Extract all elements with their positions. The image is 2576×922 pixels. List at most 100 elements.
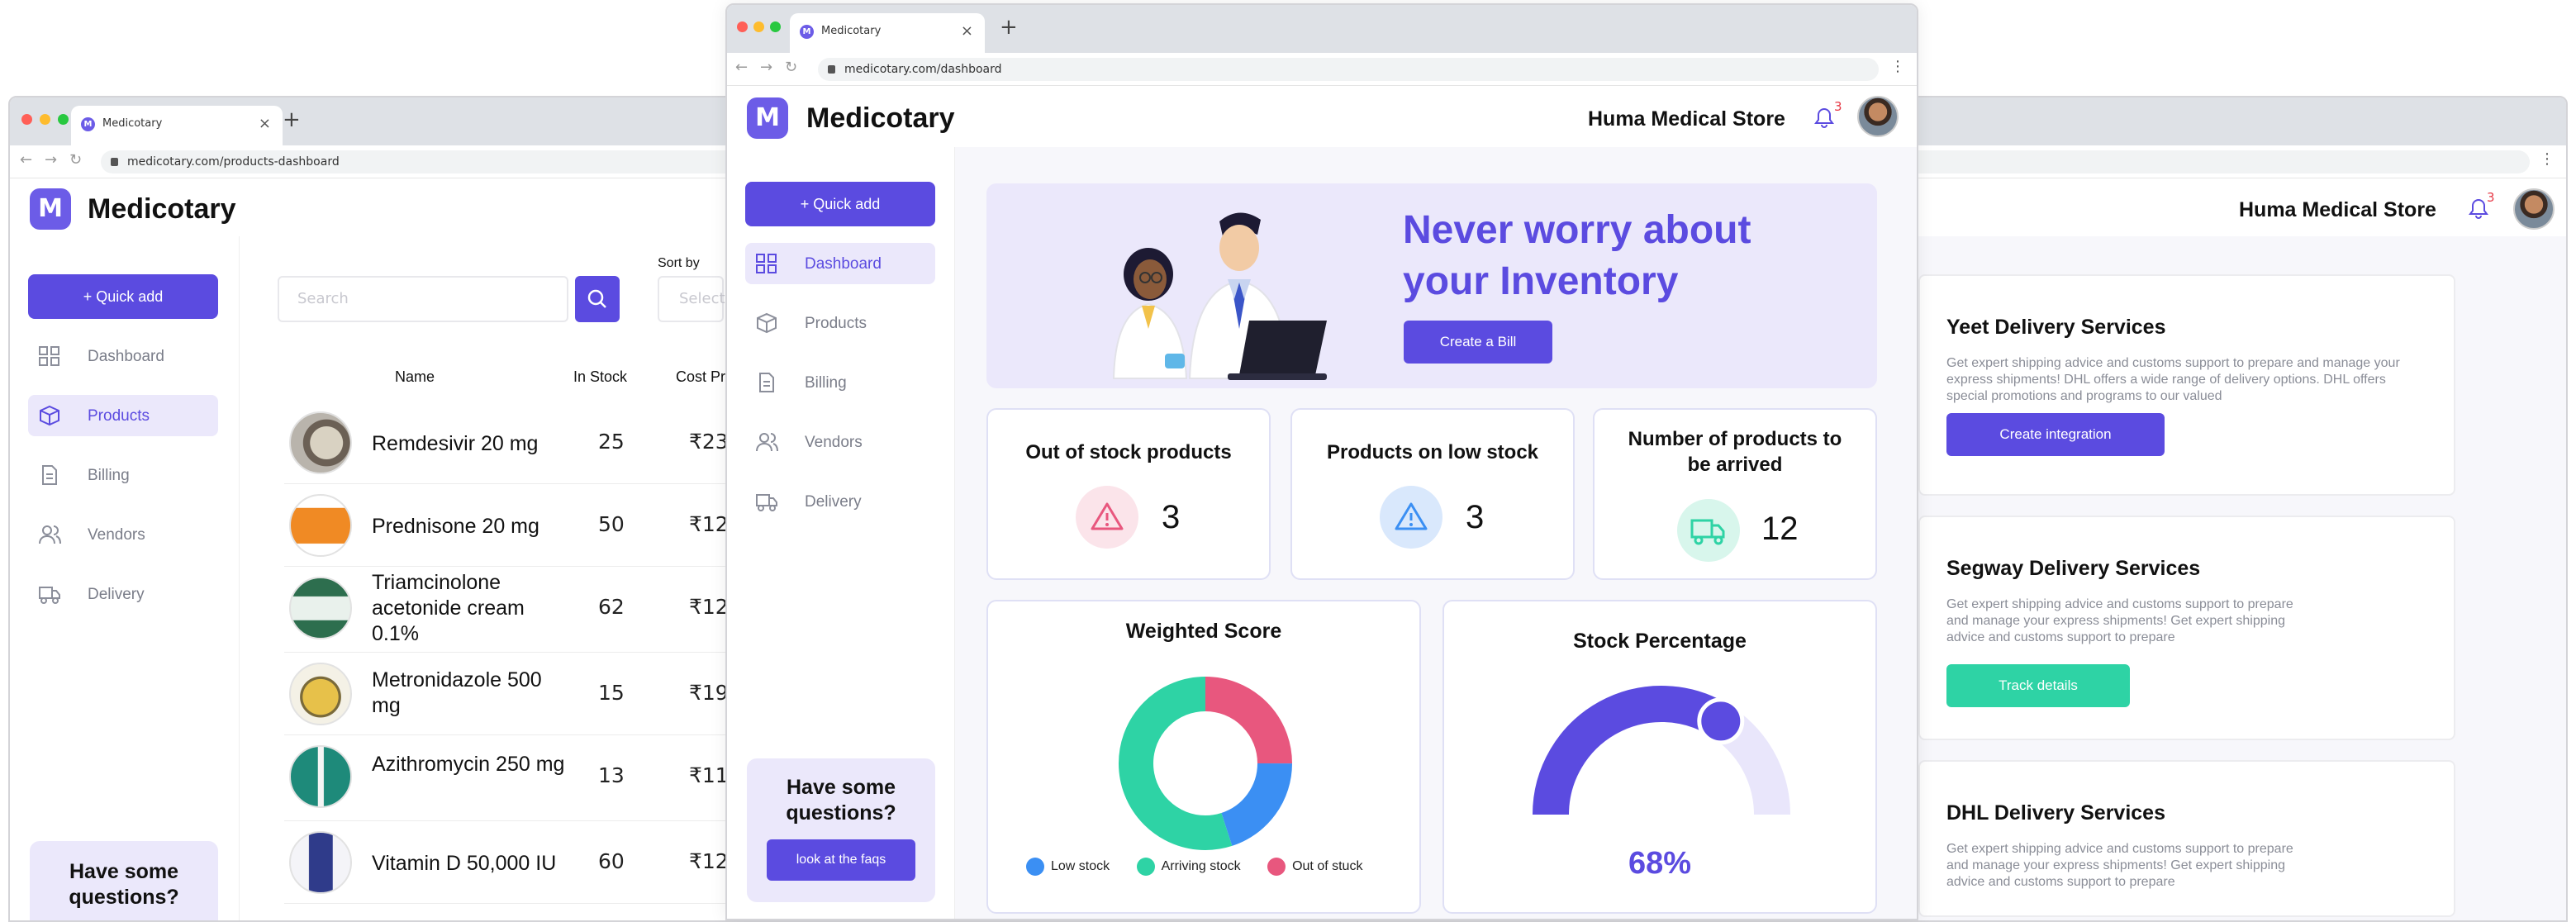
table-row[interactable]: Prednisone 20 mg 50 ₹125( [284,484,749,567]
track-details-button[interactable]: Track details [1946,664,2130,707]
url-text: medicotary.com/dashboard [844,63,1002,76]
address-bar: ← → ↻ medicotary.com/dashboard ⋮ [727,53,1917,86]
sidebar-item-vendors[interactable]: Vendors [745,421,935,463]
notification-badge: 3 [1834,99,1842,114]
delivery-card-desc: Get expert shipping advice and customs s… [1946,842,2293,889]
close-window-dot[interactable] [21,114,32,125]
sort-select[interactable]: Select [658,276,725,322]
faq-button[interactable]: look at the faqs [767,839,915,881]
sidebar-item-dashboard[interactable]: Dashboard [745,243,935,284]
close-tab-icon[interactable]: × [259,115,271,132]
table-row[interactable]: Remdesivir 20 mg 25 ₹230 [284,402,747,484]
notification-badge: 3 [2487,190,2495,205]
back-icon[interactable]: ← [735,59,748,76]
create-bill-button[interactable]: Create a Bill [1404,321,1552,364]
box-icon [757,312,777,334]
weighted-score-panel: Weighted Score Low stock Arriving stock … [986,600,1421,914]
forward-icon[interactable]: → [760,59,772,76]
box-icon [40,405,59,426]
browser-tab[interactable]: M Medicotary × [71,106,283,145]
app-logo[interactable]: M [747,97,788,139]
gauge-value: 68% [1628,846,1692,881]
browser-menu-icon[interactable]: ⋮ [1890,58,1905,75]
sidebar-item-dashboard[interactable]: Dashboard [28,335,218,377]
product-image [289,745,352,808]
sidebar-item-products[interactable]: Products [28,395,218,436]
user-avatar[interactable] [1857,96,1899,137]
kpi-out-of-stock[interactable]: Out of stock products 3 [986,408,1271,580]
chart-title: Stock Percentage [1573,630,1747,653]
minimize-window-dot[interactable] [40,114,50,125]
hero-banner: Never worry about your Inventory Create … [986,183,1877,388]
close-window-dot[interactable] [737,21,748,32]
column-header-cost[interactable]: Cost Pr [676,368,725,386]
delivery-card-title: Yeet Delivery Services [1946,316,2166,339]
browser-menu-icon[interactable]: ⋮ [2540,150,2555,168]
search-button[interactable] [575,276,620,322]
legend-item: Arriving stock [1136,858,1241,876]
sidebar: + Quick add Dashboard Products Billing V… [10,236,240,920]
bell-icon[interactable] [2469,198,2488,225]
column-header-stock[interactable]: In Stock [573,368,627,386]
sidebar-item-delivery[interactable]: Delivery [745,481,935,522]
quick-add-button[interactable]: + Quick add [745,182,935,226]
doctors-illustration [1112,212,1327,380]
sidebar-item-label: Dashboard [805,255,882,273]
new-tab-icon[interactable]: + [283,107,301,132]
column-header-name[interactable]: Name [395,368,435,386]
donut-chart [1119,677,1292,850]
reload-icon[interactable]: ↻ [785,59,797,76]
app-logo[interactable]: M [30,188,71,230]
create-integration-button[interactable]: Create integration [1946,413,2165,456]
gauge-knob[interactable] [1697,697,1745,745]
table-row[interactable]: Vitamin D 50,000 IU 60 ₹125( [284,821,749,904]
back-icon[interactable]: ← [20,151,32,169]
kpi-low-stock[interactable]: Products on low stock 3 [1290,408,1575,580]
table-row[interactable]: Triamcinolone acetonide cream 0.1% 62 ₹1… [284,567,749,653]
delivery-card-dhl: DHL Delivery Services Get expert shippin… [1918,760,2455,917]
chart-legend: Low stock Arriving stock Out of stuck [1026,858,1362,876]
table-row[interactable]: Metronidazole 500 mg 15 ₹198 [284,653,747,735]
document-icon [759,373,774,392]
table-row[interactable]: Azithromycin 250 mg 13 ₹1134 [284,735,755,821]
product-name: Prednisone 20 mg [372,515,539,538]
legend-swatch [1026,858,1044,876]
sidebar-item-label: Billing [805,374,847,392]
bell-icon[interactable] [1814,107,1834,134]
product-name: Remdesivir 20 mg [372,432,539,455]
sidebar-item-label: Products [88,407,150,425]
search-input[interactable]: Search [278,276,568,322]
sidebar-item-delivery[interactable]: Delivery [28,573,218,615]
sidebar-item-billing[interactable]: Billing [745,362,935,403]
lock-icon [828,65,835,74]
reload-icon[interactable]: ↻ [69,151,82,169]
url-field[interactable]: medicotary.com/dashboard [818,58,1879,81]
store-name: Huma Medical Store [2239,198,2436,221]
sidebar-item-billing[interactable]: Billing [28,454,218,496]
favicon-icon: M [81,117,95,131]
tab-title: Medicotary [821,25,882,37]
kpi-icon-circle [1380,486,1442,549]
quick-add-button[interactable]: + Quick add [28,274,218,319]
user-avatar[interactable] [2513,188,2555,230]
maximize-window-dot[interactable] [770,21,781,32]
forward-icon[interactable]: → [45,151,57,169]
sidebar-item-products[interactable]: Products [745,302,935,344]
favicon-icon: M [800,25,814,39]
browser-tab[interactable]: M Medicotary × [790,13,985,53]
faq-card: Have some questions? look at the faqs [747,758,935,902]
new-tab-icon[interactable]: + [1000,15,1018,40]
sidebar-item-vendors[interactable]: Vendors [28,514,218,555]
chart-title: Weighted Score [1125,620,1282,643]
delivery-card-desc: Get expert shipping advice and customs s… [1946,356,2400,403]
kpi-arriving[interactable]: Number of products to be arrived 12 [1593,408,1877,580]
gauge-chart [1533,686,1790,815]
product-name: Metronidazole 500 mg [372,668,542,717]
minimize-window-dot[interactable] [753,21,764,32]
stock-percentage-panel: Stock Percentage 68% [1442,600,1877,914]
product-image [289,831,352,894]
sidebar-item-label: Delivery [88,586,145,603]
close-tab-icon[interactable]: × [961,22,973,40]
truck-icon [756,494,777,511]
maximize-window-dot[interactable] [58,114,69,125]
